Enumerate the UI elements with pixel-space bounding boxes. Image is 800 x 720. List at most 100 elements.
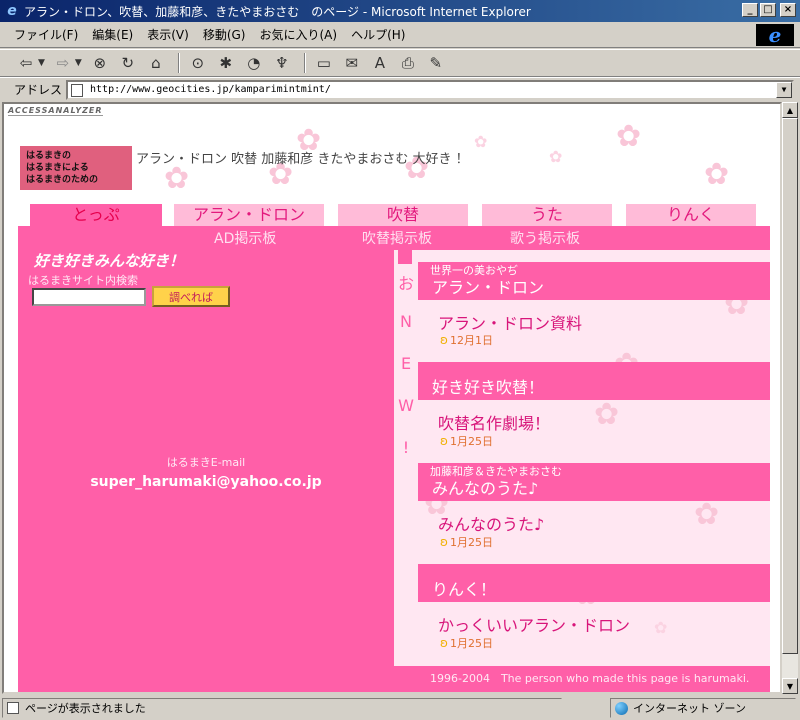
news-date: ʚ 1月25日 xyxy=(440,636,493,650)
access-analyzer-badge[interactable]: ACCESSANALYZER xyxy=(8,106,103,116)
news-link-cool-alain[interactable]: かっくいいアラン・ドロン xyxy=(438,612,630,636)
site-slogan: アラン・ドロン 吹替 加藤和彦 きたやまおさむ 大好き ！ xyxy=(136,152,469,167)
news-letter: ! xyxy=(402,438,410,457)
news-square-icon xyxy=(398,250,412,264)
email-label: はるまきE-mail xyxy=(166,456,246,469)
page-viewport: ✿ ✿ ✿ ✿ ✿ ✿ ✿ ✿ ACCESSANALYZER はるまきの はるま… xyxy=(2,102,782,694)
address-dropdown-icon[interactable]: ▼ xyxy=(776,81,793,98)
globe-icon xyxy=(615,702,628,715)
edit-icon[interactable]: ✎ xyxy=(424,52,448,74)
back-arrow-icon[interactable]: ⇦ xyxy=(14,52,38,74)
sakura-icon: ✿ xyxy=(654,618,668,637)
font-icon[interactable]: A xyxy=(368,52,392,74)
maximize-button[interactable]: □ xyxy=(760,3,776,17)
search-label: はるまきサイト内検索 xyxy=(28,274,138,287)
subnav-uta-bbs[interactable]: 歌う掲示板 xyxy=(510,228,580,248)
news-date: ʚ 1月25日 xyxy=(440,434,493,448)
section-header-uta: 加藤和彦＆きたやまおさむ みんなのうた♪ xyxy=(418,463,770,501)
print-icon[interactable]: ⎙ xyxy=(396,52,420,74)
menu-go[interactable]: 移動(G) xyxy=(203,26,246,43)
bunny-icon: ʚ xyxy=(440,535,448,549)
favorites-icon[interactable]: ✱ xyxy=(214,52,238,74)
news-vertical-label: お N E W ! xyxy=(394,250,418,666)
menu-bar: ファイル(F) 編集(E) 表示(V) 移動(G) お気に入り(A) ヘルプ(H… xyxy=(0,22,800,48)
section-header-fukikae: 好き好き吹替！ xyxy=(418,362,770,400)
sakura-icon: ✿ xyxy=(474,132,488,151)
close-button[interactable]: × xyxy=(780,3,796,17)
menu-file[interactable]: ファイル(F) xyxy=(14,26,78,43)
subnav-ad-bbs[interactable]: AD掲示板 xyxy=(214,228,276,248)
ie-window-icon: e xyxy=(7,3,17,19)
search-input[interactable] xyxy=(32,288,146,306)
sakura-icon: ✿ xyxy=(594,397,620,432)
bunny-icon: ʚ xyxy=(440,434,448,448)
back-dropdown-icon[interactable]: ▼ xyxy=(38,58,45,68)
section-title: りんく！ xyxy=(432,580,497,599)
sakura-icon: ✿ xyxy=(549,147,563,166)
vertical-scrollbar[interactable]: ▲ ▼ xyxy=(782,102,798,694)
ie-throbber-logo: e xyxy=(756,23,794,47)
news-date: ʚ 12月1日 xyxy=(440,333,493,347)
refresh-icon[interactable]: ↻ xyxy=(116,52,140,74)
sakura-icon: ✿ xyxy=(694,497,720,532)
forward-arrow-icon[interactable]: ⇨ xyxy=(51,52,75,74)
fullscreen-icon[interactable]: ▭ xyxy=(312,52,336,74)
security-zone-panel: インターネット ゾーン xyxy=(610,698,796,718)
search-icon[interactable]: ⊙ xyxy=(186,52,210,74)
tab-top[interactable]: とっぷ xyxy=(30,204,162,228)
status-text: ページが表示されました xyxy=(25,702,146,715)
menu-view[interactable]: 表示(V) xyxy=(147,26,189,43)
logo-line: はるまきのための xyxy=(26,175,99,185)
scroll-thumb[interactable] xyxy=(782,118,798,654)
scroll-up-icon[interactable]: ▲ xyxy=(782,102,798,118)
minimize-button[interactable]: _ xyxy=(742,3,758,17)
tab-fukikae[interactable]: 吹替 xyxy=(338,204,468,226)
section-title: 好き好き吹替！ xyxy=(432,378,545,397)
address-url: http://www.geocities.jp/kamparimintmint/ xyxy=(90,84,331,95)
page-footer: 1996-2004 The person who made this page … xyxy=(394,666,770,692)
news-letter: W xyxy=(398,396,414,415)
scroll-down-icon[interactable]: ▼ xyxy=(782,678,798,694)
address-bar: アドレス http://www.geocities.jp/kamparimint… xyxy=(0,77,800,101)
news-link-fukikae[interactable]: 吹替名作劇場！ xyxy=(438,410,550,434)
email-link[interactable]: super_harumaki@yahoo.co.jp xyxy=(18,474,394,490)
logo-line: はるまきによる xyxy=(26,163,89,173)
bunny-icon: ʚ xyxy=(440,636,448,650)
address-input[interactable]: http://www.geocities.jp/kamparimintmint/… xyxy=(66,79,795,100)
stop-icon[interactable]: ⊗ xyxy=(88,52,112,74)
window-title: アラン・ドロン、吹替、加藤和彦、きたやまおさむ のページ - Microsoft… xyxy=(24,4,531,19)
news-date: ʚ 1月25日 xyxy=(440,535,493,549)
site-logo[interactable]: はるまきの はるまきによる はるまきのための xyxy=(20,146,132,190)
sakura-icon: ✿ xyxy=(616,119,642,154)
section-title: アラン・ドロン xyxy=(432,278,545,297)
search-button[interactable]: 調べれば xyxy=(152,286,230,307)
search-heading: 好き好きみんな好き！ xyxy=(34,252,185,270)
tab-alain-delon[interactable]: アラン・ドロン xyxy=(174,204,324,226)
mail-icon[interactable]: ✉ xyxy=(340,52,364,74)
news-link-alain[interactable]: アラン・ドロン資料 xyxy=(438,310,582,334)
news-link-uta[interactable]: みんなのうた♪ xyxy=(438,511,544,535)
subnav-fukikae-bbs[interactable]: 吹替掲示板 xyxy=(362,228,432,248)
history-icon[interactable]: ◔ xyxy=(242,52,266,74)
menu-favorites[interactable]: お気に入り(A) xyxy=(259,26,337,43)
section-title: みんなのうた♪ xyxy=(432,479,539,498)
section-header-alain: 世界一の美おやぢ アラン・ドロン xyxy=(418,262,770,300)
ie-logo-icon: e xyxy=(768,23,782,47)
home-icon[interactable]: ⌂ xyxy=(144,52,168,74)
status-text-panel: ページが表示されました xyxy=(2,698,562,718)
tab-link[interactable]: りんく xyxy=(626,204,756,226)
menu-edit[interactable]: 編集(E) xyxy=(92,26,133,43)
zone-text: インターネット ゾーン xyxy=(633,702,746,715)
sakura-icon: ✿ xyxy=(704,157,730,192)
forward-dropdown-icon[interactable]: ▼ xyxy=(75,58,82,68)
news-letter: お xyxy=(397,274,414,293)
section-header-link: りんく！ xyxy=(418,564,770,602)
page-icon xyxy=(71,83,84,97)
menu-help[interactable]: ヘルプ(H) xyxy=(351,26,405,43)
tab-uta[interactable]: うた xyxy=(482,204,612,226)
channels-icon[interactable]: ♆ xyxy=(270,52,294,74)
news-letter: E xyxy=(400,354,412,373)
page-done-icon xyxy=(7,702,19,714)
address-label: アドレス xyxy=(14,83,63,97)
news-letter: N xyxy=(400,312,412,331)
